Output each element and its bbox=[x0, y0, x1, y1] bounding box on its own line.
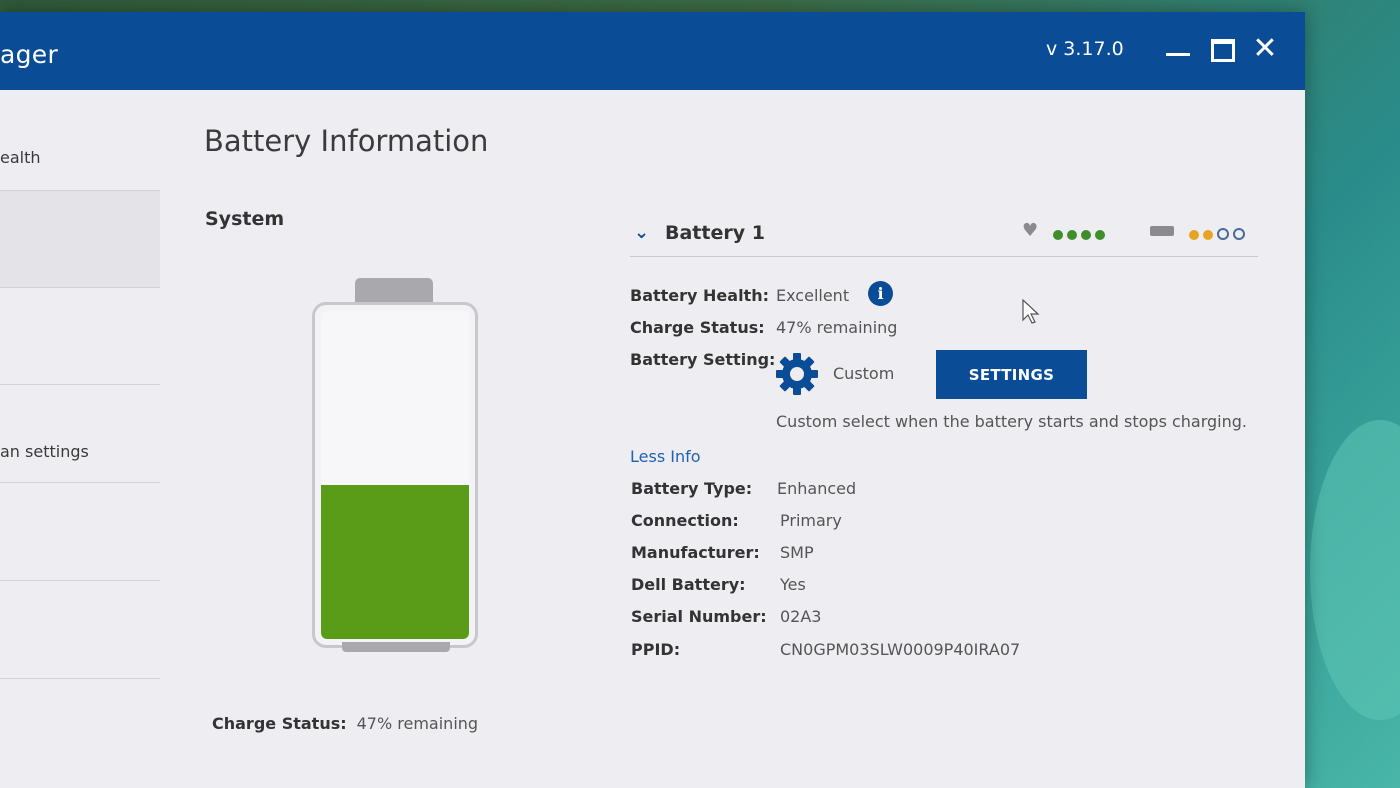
detail-label: Dell Battery: bbox=[631, 575, 746, 594]
sidebar: ealth an settings bbox=[0, 90, 165, 788]
detail-value: Primary bbox=[780, 511, 842, 530]
charge-dot-orange bbox=[1203, 230, 1213, 240]
title-bar: ager v 3.17.0 ✕ bbox=[0, 12, 1305, 90]
detail-label: PPID: bbox=[631, 640, 681, 659]
page-title: Battery Information bbox=[204, 124, 489, 158]
mouse-cursor-icon bbox=[1022, 299, 1040, 324]
battery-base bbox=[342, 642, 450, 652]
charge-dot-empty bbox=[1233, 228, 1245, 240]
detail-label: Manufacturer: bbox=[631, 543, 760, 562]
app-window: ager v 3.17.0 ✕ ealth an settings bbox=[0, 12, 1305, 788]
sidebar-item-power-plan-settings[interactable]: an settings bbox=[0, 386, 160, 483]
settings-button[interactable]: SETTINGS bbox=[936, 350, 1087, 399]
battery-health-label: Battery Health: bbox=[630, 286, 769, 305]
app-title: ager bbox=[0, 40, 59, 69]
battery-icon bbox=[1150, 226, 1174, 236]
detail-value: Yes bbox=[780, 575, 806, 594]
system-charge-value: 47% remaining bbox=[356, 714, 479, 733]
battery-inner bbox=[321, 311, 469, 639]
battery-cap bbox=[355, 278, 433, 304]
desktop-background bbox=[1310, 420, 1400, 720]
charge-dot-empty bbox=[1217, 228, 1229, 240]
sidebar-item[interactable] bbox=[0, 288, 160, 385]
heart-icon: ♥ bbox=[1022, 220, 1039, 241]
system-section-title: System bbox=[205, 208, 285, 230]
charge-dot-orange bbox=[1189, 230, 1199, 240]
health-dot-green bbox=[1067, 230, 1077, 240]
sidebar-item[interactable] bbox=[0, 582, 160, 679]
battery-body bbox=[312, 302, 478, 648]
battery-setting-label: Battery Setting: bbox=[630, 350, 776, 369]
less-info-link[interactable]: Less Info bbox=[630, 447, 701, 466]
gear-icon bbox=[776, 353, 818, 395]
chevron-down-icon[interactable]: ⌄ bbox=[634, 222, 649, 243]
setting-description: Custom select when the battery starts an… bbox=[776, 412, 1248, 431]
sidebar-item[interactable] bbox=[0, 484, 160, 581]
version-label: v 3.17.0 bbox=[1046, 38, 1124, 60]
health-dots bbox=[1053, 225, 1109, 244]
health-dot-green bbox=[1095, 230, 1105, 240]
detail-value: Enhanced bbox=[777, 479, 857, 498]
info-icon[interactable]: i bbox=[868, 281, 893, 306]
detail-value: 02A3 bbox=[780, 607, 822, 626]
system-battery-graphic bbox=[312, 278, 478, 654]
minimize-button[interactable] bbox=[1163, 34, 1193, 64]
sidebar-item-label: an settings bbox=[0, 442, 89, 461]
charge-status-value: 47% remaining bbox=[776, 318, 898, 337]
battery1-header: ⌄ Battery 1 ♥ bbox=[630, 220, 1258, 257]
detail-label: Battery Type: bbox=[631, 479, 753, 498]
system-charge-status: Charge Status: 47% remaining bbox=[212, 714, 478, 733]
battery-health-value: Excellent bbox=[776, 286, 850, 305]
detail-value: SMP bbox=[780, 543, 814, 562]
charge-dots bbox=[1189, 225, 1249, 244]
detail-label: Serial Number: bbox=[631, 607, 767, 626]
detail-value: CN0GPM03SLW0009P40IRA07 bbox=[780, 640, 1021, 659]
system-charge-label: Charge Status: bbox=[212, 714, 347, 733]
close-button[interactable]: ✕ bbox=[1250, 34, 1280, 64]
charge-status-label: Charge Status: bbox=[630, 318, 765, 337]
health-dot-green bbox=[1081, 230, 1091, 240]
health-dot-green bbox=[1053, 230, 1063, 240]
detail-label: Connection: bbox=[631, 511, 739, 530]
sidebar-item-health[interactable]: ealth bbox=[0, 90, 160, 191]
sidebar-item-battery-information[interactable] bbox=[0, 191, 160, 288]
maximize-button[interactable] bbox=[1207, 34, 1237, 64]
battery-charge-fill bbox=[321, 484, 469, 639]
sidebar-item-label: ealth bbox=[0, 148, 41, 167]
battery-setting-value: Custom bbox=[833, 364, 895, 383]
battery1-name[interactable]: Battery 1 bbox=[665, 222, 765, 244]
